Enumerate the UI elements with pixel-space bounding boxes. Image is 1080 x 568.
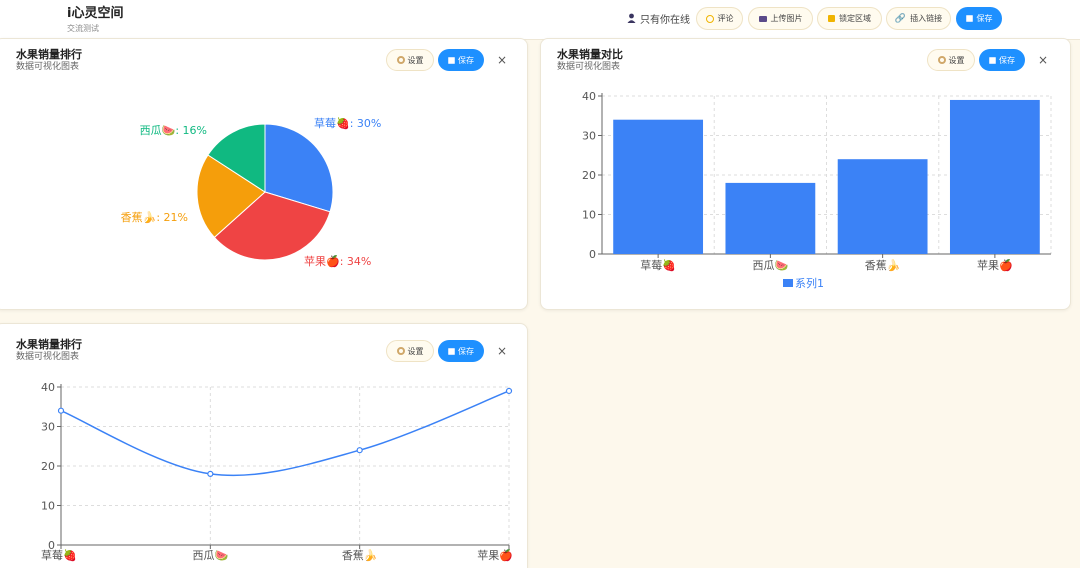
pie-chart-card: 水果销量排行 数据可视化图表 设置 保存 × 草莓🍓: 30% 苹果🍎: 34% 香… <box>0 38 528 310</box>
x-tick-label: 草莓🍓 <box>41 549 77 562</box>
bar <box>949 99 1040 254</box>
data-point <box>57 407 65 414</box>
y-tick-label: 20 <box>41 460 55 473</box>
legend-swatch <box>783 279 793 287</box>
insert-link-button[interactable]: 🔗 插入链接 <box>886 7 951 30</box>
y-tick-label: 20 <box>582 169 596 182</box>
upload-image-button[interactable]: 上传图片 <box>748 7 813 30</box>
comment-button-label: 评论 <box>717 14 734 23</box>
link-icon: 🔗 <box>894 13 907 24</box>
series-line <box>60 390 510 477</box>
app-subtitle: 交流测试 <box>67 24 99 33</box>
bar-chart: 0 10 20 30 40 草莓🍓 西瓜🍉 香蕉🍌 苹果🍎 系列1 <box>582 90 1052 290</box>
top-bar: i心灵空间 交流测试 只有你在线 评论 上传图片 锁定区域 🔗 插入链接 保存 <box>0 0 1080 40</box>
bar <box>837 159 928 254</box>
lock-icon <box>828 15 835 22</box>
app-title: i心灵空间 <box>67 6 124 21</box>
y-tick-label: 10 <box>41 500 55 513</box>
pie-label: 苹果🍎: 34% <box>304 254 371 268</box>
image-icon <box>758 15 767 22</box>
y-tick-label: 40 <box>41 381 55 394</box>
pie-chart: 草莓🍓: 30% 苹果🍎: 34% 香蕉🍌: 21% 西瓜🍉: 16% <box>121 117 382 268</box>
user-icon <box>627 13 636 23</box>
y-tick-label: 30 <box>582 130 596 143</box>
save-button-label: 保存 <box>976 14 993 23</box>
upload-image-button-label: 上传图片 <box>770 14 803 23</box>
y-tick-label: 0 <box>589 248 596 261</box>
x-tick-label: 苹果🍎 <box>977 258 1013 272</box>
y-tick-label: 10 <box>582 209 596 222</box>
x-tick-label: 草莓🍓 <box>640 259 676 272</box>
x-tick-label: 西瓜🍉 <box>753 259 789 272</box>
lock-area-button[interactable]: 锁定区域 <box>817 7 882 30</box>
y-tick-label: 30 <box>41 421 55 434</box>
x-tick-label: 西瓜🍉 <box>192 549 228 562</box>
x-tick-label: 香蕉🍌 <box>342 549 378 562</box>
insert-link-button-label: 插入链接 <box>910 14 943 23</box>
data-point <box>505 387 513 395</box>
bar <box>613 119 704 254</box>
bar <box>725 182 816 254</box>
save-icon <box>965 15 973 22</box>
online-status: 只有你在线 <box>627 11 690 26</box>
x-tick-label: 香蕉🍌 <box>865 259 901 272</box>
x-tick-label: 苹果🍎 <box>477 548 513 562</box>
data-point <box>207 470 214 477</box>
line-chart-card: 水果销量排行 数据可视化图表 设置 保存 × 0 10 20 30 40 草莓🍓 西瓜🍉 香蕉… <box>0 323 528 568</box>
data-point <box>356 447 363 454</box>
brand: i心灵空间 交流测试 <box>67 6 123 33</box>
y-tick-label: 40 <box>582 90 596 103</box>
comment-icon <box>705 14 714 23</box>
lock-area-button-label: 锁定区域 <box>839 14 871 23</box>
legend-label: 系列1 <box>795 276 824 290</box>
line-chart: 010203040草莓🍓 西瓜🍉 香蕉🍌 苹果🍎 <box>41 381 513 562</box>
online-status-text: 只有你在线 <box>640 14 690 26</box>
pie-label: 香蕉🍌: 21% <box>121 211 188 224</box>
pie-label: 草莓🍓: 30% <box>314 117 381 130</box>
save-button[interactable]: 保存 <box>956 7 1002 30</box>
pie-label: 西瓜🍉: 16% <box>140 124 207 137</box>
bar-chart-card: 水果销量对比 数据可视化图表 设置 保存 × 0 10 20 30 40 草莓🍓 西瓜🍉 香蕉… <box>540 38 1071 310</box>
comment-button[interactable]: 评论 <box>696 7 743 30</box>
